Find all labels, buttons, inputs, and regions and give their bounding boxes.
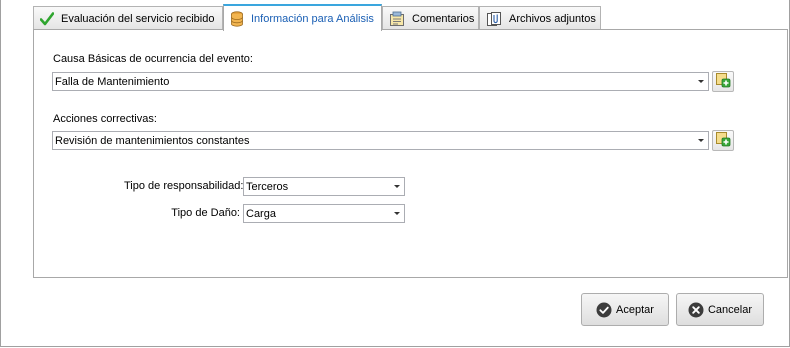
chevron-down-icon[interactable]: [694, 73, 708, 90]
add-acciones-button[interactable]: [712, 130, 734, 151]
tab-label: Archivos adjuntos: [509, 12, 596, 25]
dano-value: Carga: [246, 207, 276, 220]
dano-dropdown[interactable]: Carga: [243, 204, 405, 223]
close-circle-icon: [688, 302, 704, 318]
responsabilidad-value: Terceros: [246, 180, 289, 193]
check-circle-icon: [596, 302, 612, 318]
acciones-label: Acciones correctivas:: [53, 113, 157, 125]
add-causa-button[interactable]: [712, 71, 734, 92]
tab-panel-informacion-analisis: [33, 29, 788, 278]
causa-dropdown[interactable]: Falla de Mantenimiento: [52, 72, 709, 91]
tab-label: Evaluación del servicio recibido: [61, 12, 215, 25]
accept-button[interactable]: Aceptar: [581, 293, 669, 326]
causa-value: Falla de Mantenimiento: [55, 75, 170, 88]
causa-label: Causa Básicas de ocurrencia del evento:: [53, 53, 253, 65]
accept-label: Aceptar: [616, 303, 654, 316]
responsabilidad-dropdown[interactable]: Terceros: [243, 177, 405, 196]
database-icon: [230, 10, 244, 27]
attachment-icon: [486, 11, 502, 27]
add-item-icon: [715, 72, 731, 91]
cancel-label: Cancelar: [707, 303, 753, 316]
tab-comentarios[interactable]: Comentarios: [382, 6, 479, 30]
responsabilidad-label: Tipo de responsabilidad:: [124, 180, 244, 192]
tab-label: Información para Análisis: [251, 12, 374, 25]
checkmark-icon: [40, 11, 54, 27]
note-icon: [389, 11, 405, 27]
tab-informacion-analisis[interactable]: Información para Análisis: [223, 4, 382, 31]
add-item-icon: [715, 131, 731, 150]
acciones-dropdown[interactable]: Revisión de mantenimientos constantes: [52, 131, 709, 150]
tab-evaluacion[interactable]: Evaluación del servicio recibido: [33, 6, 223, 30]
acciones-value: Revisión de mantenimientos constantes: [55, 134, 250, 147]
cancel-button[interactable]: Cancelar: [676, 293, 764, 326]
tab-archivos-adjuntos[interactable]: Archivos adjuntos: [479, 6, 601, 30]
chevron-down-icon[interactable]: [390, 205, 404, 222]
tab-label: Comentarios: [412, 12, 475, 25]
chevron-down-icon[interactable]: [390, 178, 404, 195]
chevron-down-icon[interactable]: [694, 132, 708, 149]
dano-label: Tipo de Daño:: [171, 207, 240, 219]
